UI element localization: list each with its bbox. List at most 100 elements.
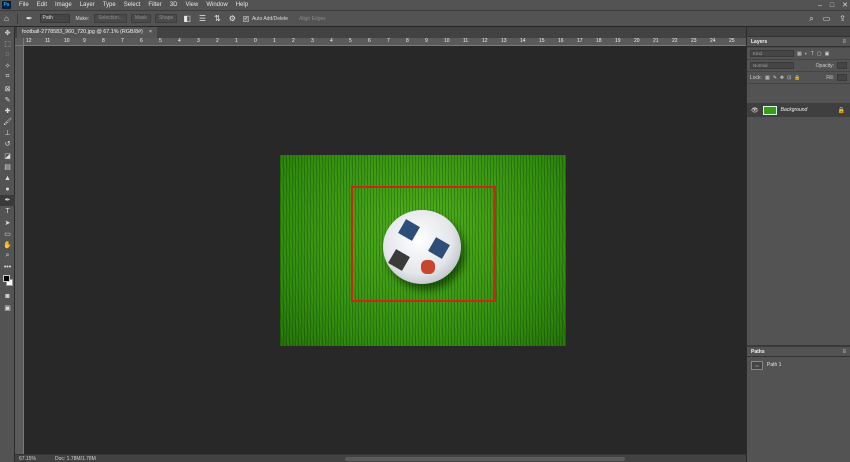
workspace-icon[interactable]: ▭ [823, 14, 831, 24]
paths-panel-title[interactable]: Paths [751, 349, 765, 355]
panel-menu-icon[interactable]: ≡ [842, 349, 846, 355]
healing-brush-tool-icon[interactable]: ✚ [0, 105, 15, 116]
ruler-tick-label: 24 [710, 38, 716, 44]
ruler-tick-label: 20 [634, 38, 640, 44]
quick-mask-icon[interactable]: ◙ [0, 291, 15, 302]
menu-file[interactable]: File [15, 0, 33, 10]
magic-wand-tool-icon[interactable]: ✧ [0, 61, 15, 72]
maximize-icon[interactable]: □ [830, 2, 834, 9]
gear-icon[interactable]: ⚙ [229, 14, 236, 23]
lock-all-icon[interactable]: 🔒 [794, 75, 800, 81]
menu-layer[interactable]: Layer [76, 0, 99, 10]
horizontal-scrollbar[interactable] [345, 457, 625, 461]
make-shape-button[interactable]: Shape [154, 14, 178, 23]
opacity-field[interactable] [837, 62, 847, 69]
blend-mode-select[interactable]: Normal [750, 62, 794, 69]
document-tab[interactable]: football-2778583_960_720.jpg @ 67.1% (RG… [17, 27, 158, 38]
vertical-ruler[interactable] [15, 46, 24, 454]
make-mask-button[interactable]: Mask [130, 14, 151, 23]
menu-view[interactable]: View [181, 0, 202, 10]
menu-image[interactable]: Image [51, 0, 76, 10]
path-selection-outline[interactable] [351, 186, 496, 302]
eraser-tool-icon[interactable]: ◪ [0, 150, 15, 161]
document-size[interactable]: Doc: 1.78M/1.78M [55, 456, 96, 462]
panel-dock-collapse-bar[interactable] [747, 27, 850, 37]
eyedropper-tool-icon[interactable]: ✎ [0, 94, 15, 105]
divider [16, 13, 18, 24]
path-selection-tool-icon[interactable]: ➤ [0, 217, 15, 228]
auto-add-delete-checkbox[interactable]: ✓ [242, 15, 249, 22]
crop-tool-icon[interactable]: ⌗ [0, 72, 15, 83]
menu-edit[interactable]: Edit [33, 0, 51, 10]
layers-panel-title[interactable]: Layers [751, 39, 767, 45]
foreground-color-swatch[interactable] [3, 275, 10, 283]
eye-icon[interactable]: 👁 [751, 107, 759, 114]
clone-stamp-tool-icon[interactable]: ⊥ [0, 128, 15, 139]
lock-artboard-icon[interactable]: ⊡ [787, 75, 791, 81]
filter-pixel-icon[interactable]: ▦ [797, 51, 802, 57]
path-operations-icon[interactable]: ◧ [183, 14, 191, 23]
filter-shape-icon[interactable]: ▢ [817, 51, 822, 57]
fill-field[interactable] [837, 74, 847, 81]
menu-3d[interactable]: 3D [166, 0, 182, 10]
screen-mode-icon[interactable]: ▣ [0, 302, 15, 313]
make-label: Make: [75, 15, 90, 22]
menu-select[interactable]: Select [120, 0, 145, 10]
options-right-icons: ⌕ ▭ ⇪ [809, 14, 846, 24]
move-tool-icon[interactable]: ✥ [0, 27, 15, 38]
ruler-tick-label: 12 [26, 38, 32, 44]
frame-tool-icon[interactable]: ⊠ [0, 83, 15, 94]
hand-tool-icon[interactable]: ✋ [0, 240, 15, 251]
filter-adjustment-icon[interactable]: ◐ [805, 51, 808, 57]
pen-tool-preset-icon[interactable]: ✒ [26, 14, 33, 23]
search-icon[interactable]: ⌕ [809, 14, 813, 24]
menu-window[interactable]: Window [202, 0, 231, 10]
minimize-icon[interactable]: – [818, 2, 822, 9]
ruler-tick-label: 5 [159, 38, 162, 44]
zoom-level[interactable]: 67.15% [19, 456, 36, 462]
ruler-tick-label: 22 [672, 38, 678, 44]
color-swatches[interactable] [0, 273, 15, 291]
layer-kind-filter[interactable]: Kind [750, 50, 794, 57]
close-tab-icon[interactable]: × [149, 27, 152, 38]
panel-menu-icon[interactable]: ≡ [842, 39, 846, 45]
path-alignment-icon[interactable]: ☰ [199, 14, 206, 23]
zoom-tool-icon[interactable]: ⌕ [0, 251, 15, 262]
marquee-tool-icon[interactable]: ⬚ [0, 38, 15, 49]
layer-row-background[interactable]: 👁 Background 🔒 [747, 103, 850, 117]
menu-filter[interactable]: Filter [144, 0, 165, 10]
ruler-origin[interactable] [15, 38, 24, 46]
ruler-tick-label: 2 [292, 38, 295, 44]
canvas-area[interactable] [24, 46, 746, 454]
ruler-tick-label: 8 [102, 38, 105, 44]
pen-tool-icon[interactable]: ✒ [0, 194, 15, 206]
path-row[interactable]: ▭ Path 1 [747, 359, 850, 371]
close-icon[interactable]: ✕ [842, 1, 848, 9]
lasso-tool-icon[interactable]: ◌ [0, 49, 15, 60]
history-brush-tool-icon[interactable]: ↺ [0, 139, 15, 150]
menu-help[interactable]: Help [232, 0, 252, 10]
lock-pixels-icon[interactable]: ▦ [765, 75, 770, 81]
ruler-tick-label: 11 [45, 38, 51, 44]
filter-type-icon[interactable]: T [811, 51, 814, 57]
menu-type[interactable]: Type [99, 0, 120, 10]
filter-smart-icon[interactable]: ▣ [825, 51, 830, 57]
gradient-tool-icon[interactable]: ▤ [0, 161, 15, 172]
make-selection-button[interactable]: Selection... [94, 14, 127, 23]
brush-tool-icon[interactable]: 🖌 [0, 117, 15, 128]
more-tools-icon[interactable]: ••• [0, 262, 15, 273]
lock-position-icon[interactable]: ✥ [780, 75, 784, 81]
lock-paint-icon[interactable]: ✎ [773, 75, 777, 81]
rectangle-tool-icon[interactable]: ▭ [0, 228, 15, 239]
ruler-tick-label: 21 [653, 38, 659, 44]
horizontal-ruler[interactable]: 12 11 10 9 8 7 6 5 4 3 2 1 0 1 2 3 4 5 6 7 8 9 10 11 12 13 14 15 16 1… [24, 38, 746, 46]
home-icon[interactable]: ⌂ [4, 14, 9, 23]
blend-row: Normal Opacity: [747, 60, 850, 72]
type-tool-icon[interactable]: T [0, 206, 15, 217]
dodge-tool-icon[interactable]: ● [0, 184, 15, 195]
blur-tool-icon[interactable]: ▲ [0, 172, 15, 183]
pen-mode-select[interactable]: Path [39, 14, 70, 23]
path-arrangement-icon[interactable]: ⇅ [214, 14, 221, 23]
align-edges-checkbox-label[interactable]: Align Edges [299, 16, 326, 22]
share-icon[interactable]: ⇪ [839, 14, 846, 24]
